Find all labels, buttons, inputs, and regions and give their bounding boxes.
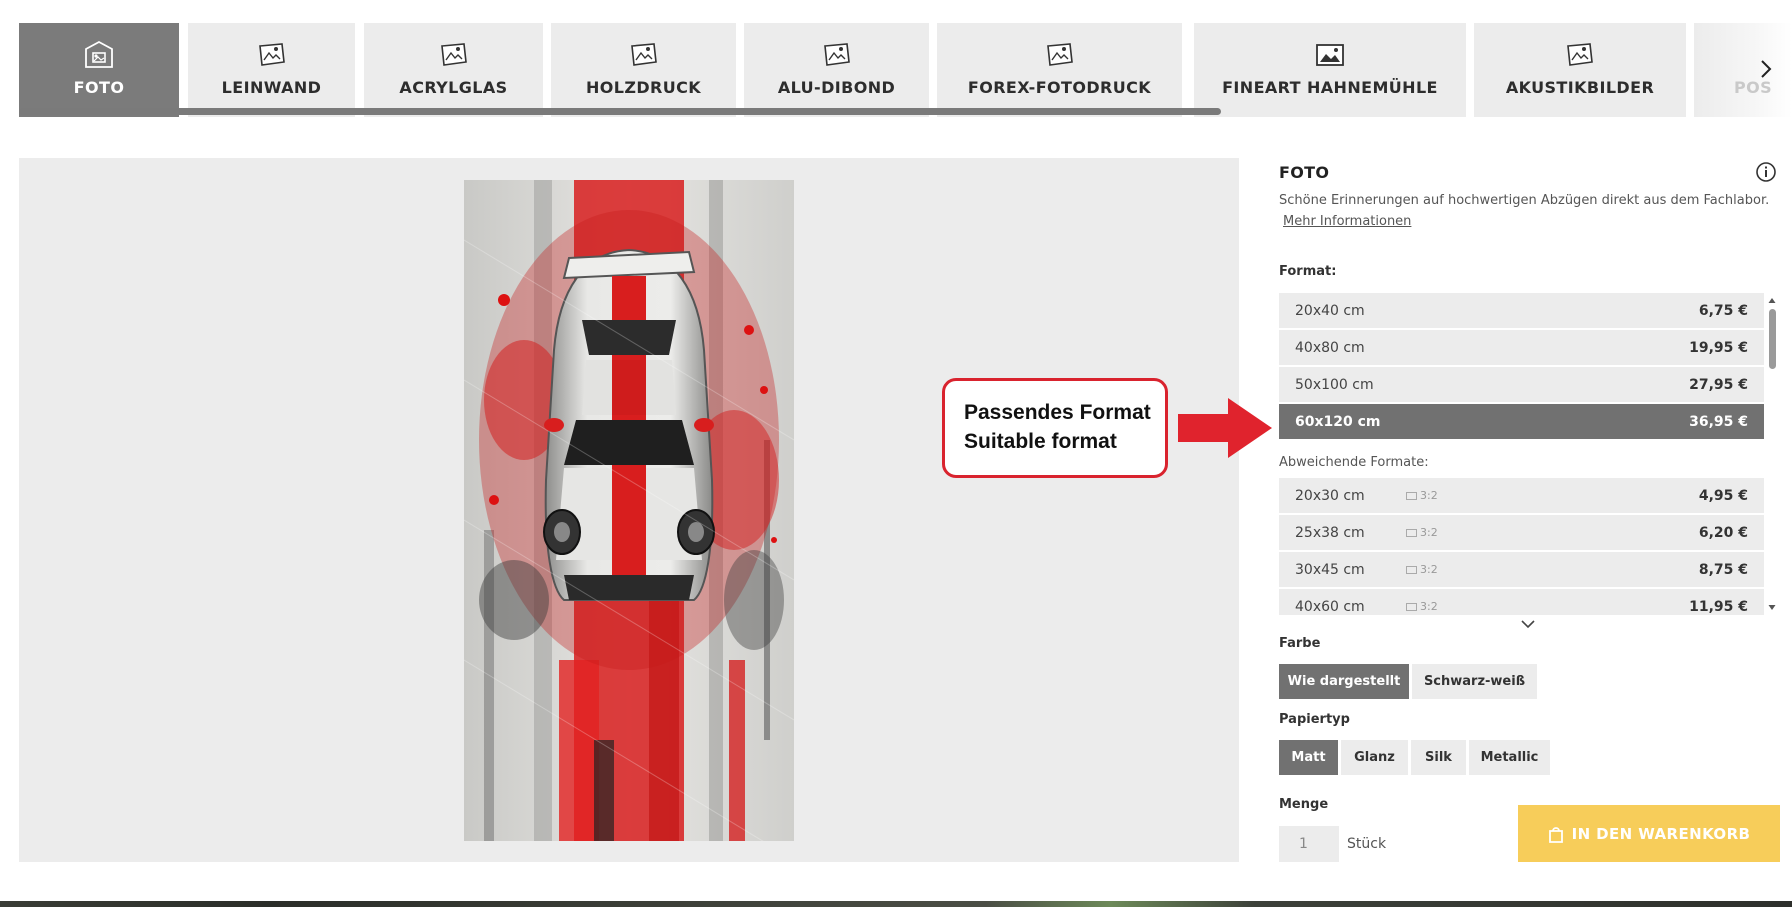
format-size: 40x80 cm (1295, 339, 1365, 356)
footer-image-strip (0, 901, 1792, 907)
format-option[interactable]: 20x40 cm 6,75 € (1279, 293, 1764, 328)
format-price: 36,95 € (1689, 413, 1748, 430)
ratio-frame-icon (1406, 528, 1417, 537)
format-size: 40x60 cm (1295, 598, 1365, 615)
paper-option-matt[interactable]: Matt (1279, 740, 1338, 775)
forex-icon (1042, 40, 1078, 70)
wood-print-icon (626, 40, 662, 70)
chevron-right-icon (1761, 60, 1772, 78)
tab-label: FOTO (73, 78, 125, 97)
fineart-icon (1312, 40, 1348, 70)
tab-acrylglas[interactable]: ACRYLGLAS (364, 23, 543, 117)
ratio-frame-icon (1406, 491, 1417, 500)
color-option-as-shown[interactable]: Wie dargestellt (1279, 664, 1409, 699)
alt-format-option[interactable]: 25x38 cm 3:2 6,20 € (1279, 515, 1764, 550)
alu-dibond-icon (819, 40, 855, 70)
tab-forex-fotodruck[interactable]: FOREX-FOTODRUCK (937, 23, 1182, 117)
format-list[interactable]: 20x40 cm 6,75 € 40x80 cm 19,95 € 50x100 … (1279, 293, 1778, 615)
format-size: 50x100 cm (1295, 376, 1374, 393)
add-to-cart-label: IN DEN WARENKORB (1571, 824, 1751, 843)
format-price: 19,95 € (1689, 339, 1748, 356)
format-price: 8,75 € (1698, 561, 1748, 578)
chevron-down-icon[interactable] (1520, 618, 1536, 630)
tab-next-button[interactable] (1752, 55, 1780, 83)
more-info-link[interactable]: Mehr Informationen (1283, 214, 1411, 229)
ratio-frame-icon (1406, 602, 1417, 611)
color-label: Farbe (1279, 636, 1321, 651)
tab-label: AKUSTIKBILDER (1505, 78, 1655, 97)
paper-option-silk[interactable]: Silk (1411, 740, 1466, 775)
color-option-bw[interactable]: Schwarz-weiß (1412, 664, 1537, 699)
format-size: 25x38 cm (1295, 524, 1365, 541)
tab-fineart-hahnemuehle[interactable]: FINEART HAHNEMÜHLE (1194, 23, 1466, 117)
tab-holzdruck[interactable]: HOLZDRUCK (551, 23, 736, 117)
shopping-bag-icon (1548, 826, 1563, 843)
paper-option-glanz[interactable]: Glanz (1341, 740, 1408, 775)
aspect-ratio: 3:2 (1406, 563, 1438, 576)
artwork-image[interactable] (464, 180, 794, 841)
format-price: 27,95 € (1689, 376, 1748, 393)
format-price: 11,95 € (1689, 598, 1748, 615)
acoustic-icon (1562, 40, 1598, 70)
tab-label: LEINWAND (221, 78, 322, 97)
alt-format-option[interactable]: 20x30 cm 3:2 4,95 € (1279, 478, 1764, 513)
format-size: 30x45 cm (1295, 561, 1365, 578)
quantity-label: Menge (1279, 797, 1329, 812)
format-size: 20x40 cm (1295, 302, 1365, 319)
product-type-tabs: FOTO LEINWAND ACRYLGLAS HOLZDRUCK ALU-DI… (0, 0, 1792, 125)
aspect-ratio: 3:2 (1406, 600, 1438, 613)
info-icon[interactable] (1755, 161, 1777, 183)
product-description: Schöne Erinnerungen auf hochwertigen Abz… (1279, 193, 1769, 208)
tab-label: HOLZDRUCK (585, 78, 702, 97)
annotation-arrow-icon (1178, 398, 1272, 458)
format-scrollbar[interactable] (1767, 293, 1777, 615)
tab-label: ALU-DIBOND (777, 78, 896, 97)
format-size: 60x120 cm (1295, 413, 1381, 430)
tab-label: FOREX-FOTODRUCK (967, 78, 1152, 97)
quantity-unit: Stück (1347, 836, 1387, 852)
quantity-input[interactable] (1279, 826, 1339, 862)
tab-scrollbar[interactable] (20, 108, 1221, 115)
format-price: 6,20 € (1698, 524, 1748, 541)
format-option-selected[interactable]: 60x120 cm 36,95 € (1279, 404, 1764, 439)
photo-print-icon (81, 40, 117, 70)
canvas-icon (254, 40, 290, 70)
format-option[interactable]: 40x80 cm 19,95 € (1279, 330, 1764, 365)
tab-alu-dibond[interactable]: ALU-DIBOND (744, 23, 929, 117)
acrylic-icon (436, 40, 472, 70)
product-preview (19, 158, 1239, 862)
annotation-callout: Passendes Format Suitable format (942, 378, 1168, 478)
paper-option-metallic[interactable]: Metallic (1469, 740, 1550, 775)
product-options-panel: FOTO Schöne Erinnerungen auf hochwertige… (1279, 158, 1779, 862)
annotation-line-1: Passendes Format (964, 401, 1151, 424)
scrollbar-thumb[interactable] (1769, 309, 1776, 369)
add-to-cart-button[interactable]: IN DEN WARENKORB (1518, 805, 1780, 862)
format-option[interactable]: 50x100 cm 27,95 € (1279, 367, 1764, 402)
tab-akustikbilder[interactable]: AKUSTIKBILDER (1474, 23, 1686, 117)
alt-format-option[interactable]: 30x45 cm 3:2 8,75 € (1279, 552, 1764, 587)
product-title: FOTO (1279, 163, 1330, 182)
format-price: 6,75 € (1698, 302, 1748, 319)
format-size: 20x30 cm (1295, 487, 1365, 504)
tab-label: FINEART HAHNEMÜHLE (1222, 78, 1438, 97)
aspect-ratio: 3:2 (1406, 489, 1438, 502)
format-label: Format: (1279, 264, 1337, 279)
format-price: 4,95 € (1698, 487, 1748, 504)
ratio-frame-icon (1406, 565, 1417, 574)
tab-label: ACRYLGLAS (399, 78, 508, 97)
alt-format-option[interactable]: 40x60 cm 3:2 11,95 € (1279, 589, 1764, 615)
alt-formats-label: Abweichende Formate: (1279, 455, 1429, 470)
tab-leinwand[interactable]: LEINWAND (188, 23, 355, 117)
paper-type-label: Papiertyp (1279, 712, 1350, 727)
annotation-line-2: Suitable format (964, 430, 1117, 453)
tab-foto[interactable]: FOTO (19, 23, 179, 117)
aspect-ratio: 3:2 (1406, 526, 1438, 539)
sports-car-artwork (464, 180, 794, 841)
